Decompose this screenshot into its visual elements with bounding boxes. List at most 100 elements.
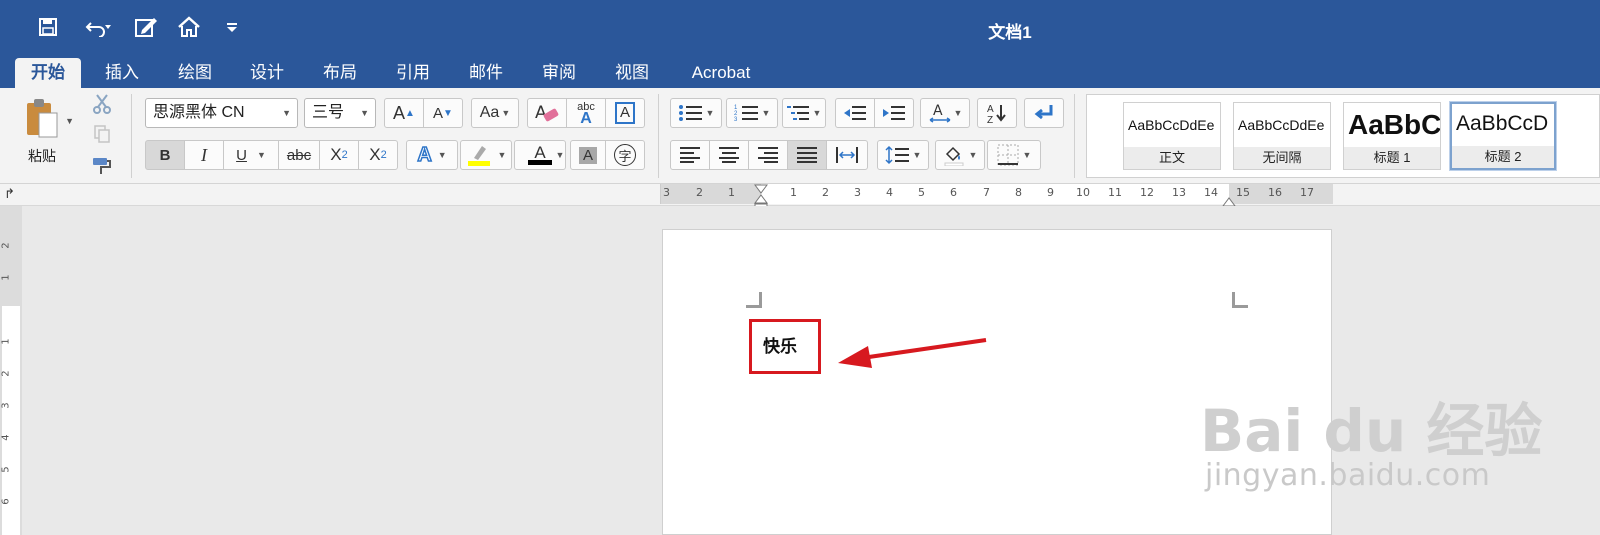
shade-a-label: A [578, 146, 597, 164]
line-spacing-button[interactable]: ▼ [877, 140, 929, 170]
paste-label: 粘贴 [28, 148, 56, 164]
paste-button[interactable]: ▼ [12, 94, 74, 144]
multilevel-list-button[interactable]: ▼ [782, 98, 826, 128]
grow-font-button[interactable]: A ▲ [384, 98, 424, 128]
font-size-select[interactable]: 三号 ▼ [304, 98, 376, 128]
font-color-swatch [528, 159, 552, 165]
font-color-dropdown[interactable]: ▼ [552, 140, 566, 170]
chevron-down-icon: ▼ [256, 150, 266, 160]
separator [131, 94, 132, 178]
style-no-spacing[interactable]: AaBbCcDdEe 无间隔 [1233, 102, 1331, 170]
ruler-number: 5 [0, 466, 12, 473]
tab-design[interactable]: 设计 [238, 58, 296, 88]
cut-icon[interactable] [88, 90, 116, 118]
bold-button[interactable]: B [145, 140, 185, 170]
style-label: 标题 1 [1344, 147, 1440, 169]
decrease-indent-icon [844, 106, 866, 120]
ruler-number: 10 [1076, 186, 1090, 199]
tab-references[interactable]: 引用 [384, 58, 442, 88]
shrink-font-button[interactable]: A ▼ [423, 98, 463, 128]
format-painter-icon[interactable] [88, 152, 116, 180]
chevron-down-icon: ▼ [437, 150, 447, 160]
show-formatting-button[interactable] [1024, 98, 1064, 128]
align-left-button[interactable] [670, 140, 710, 170]
ruler-number: 4 [0, 434, 12, 441]
tab-acrobat[interactable]: Acrobat [680, 58, 762, 88]
phonetic-guide-button[interactable]: abc A [566, 98, 606, 128]
chevron-down-icon: ▼ [912, 150, 922, 160]
ruler-number: 3 [663, 186, 670, 199]
asian-layout-icon: A [929, 103, 950, 123]
distribute-button[interactable] [826, 140, 868, 170]
annotation-arrow-icon [838, 338, 987, 368]
eraser-icon: A [535, 103, 559, 123]
increase-indent-icon [883, 106, 905, 120]
increase-indent-button[interactable] [874, 98, 914, 128]
tab-home[interactable]: 开始 [15, 58, 81, 88]
tab-layout[interactable]: 布局 [311, 58, 369, 88]
tab-draw[interactable]: 绘图 [166, 58, 224, 88]
svg-text:A: A [987, 104, 994, 115]
align-left-icon [680, 147, 700, 163]
align-right-button[interactable] [748, 140, 788, 170]
watermark-logo: Bai du 经验 [1200, 397, 1543, 465]
chevron-down-icon: ▼ [501, 108, 511, 118]
ruler-number: 2 [822, 186, 829, 199]
tab-mailings[interactable]: 邮件 [457, 58, 515, 88]
numbering-button[interactable]: 1 2 3 ▼ [726, 98, 778, 128]
superscript-button[interactable]: X2 [358, 140, 398, 170]
style-normal[interactable]: AaBbCcDdEe 正文 [1123, 102, 1221, 170]
distribute-icon [836, 147, 858, 163]
subscript-button[interactable]: X2 [319, 140, 359, 170]
borders-button[interactable]: ▼ [987, 140, 1041, 170]
sort-button[interactable]: AZ [977, 98, 1017, 128]
text-effects-button[interactable]: A ▼ [406, 140, 458, 170]
shading-button[interactable]: ▼ [935, 140, 985, 170]
margin-corner-mark [746, 292, 762, 308]
char-border-button[interactable]: A [605, 98, 645, 128]
subscript-num: 2 [341, 149, 348, 161]
horizontal-ruler[interactable]: 3 2 1 1 2 3 4 5 6 7 8 9 10 11 12 13 14 1… [660, 184, 1333, 212]
chevron-down-icon: ▼ [497, 150, 507, 160]
ruler-number: 9 [1047, 186, 1054, 199]
highlighter-icon [467, 146, 490, 166]
asian-layout-button[interactable]: A ▼ [920, 98, 970, 128]
superscript-num: 2 [380, 149, 387, 161]
justify-button[interactable] [787, 140, 827, 170]
tab-view[interactable]: 视图 [603, 58, 661, 88]
char-shading-button[interactable]: A [570, 140, 606, 170]
ruler-number: 16 [1268, 186, 1282, 199]
style-heading-2[interactable]: AaBbCcD 标题 2 [1450, 102, 1556, 170]
ruler-number: 7 [983, 186, 990, 199]
paint-bucket-icon [944, 146, 964, 166]
chevron-down-icon: ▼ [1022, 150, 1032, 160]
style-heading-1[interactable]: AaBbC 标题 1 [1343, 102, 1441, 170]
watermark-url: jingyan.baidu.com [1205, 458, 1491, 493]
font-color-a-label: A [534, 142, 546, 162]
font-family-select[interactable]: 思源黑体 CN ▼ [145, 98, 298, 128]
ruler-number: 6 [0, 498, 12, 505]
clear-format-button[interactable]: A [527, 98, 567, 128]
underline-button[interactable]: U ▼ [223, 140, 279, 170]
tab-review[interactable]: 审阅 [530, 58, 588, 88]
arrow-up-icon: ▲ [405, 107, 415, 119]
tab-insert[interactable]: 插入 [93, 58, 151, 88]
align-center-button[interactable] [709, 140, 749, 170]
ruler-number: 8 [1015, 186, 1022, 199]
style-sample: AaBbC [1348, 109, 1441, 140]
vertical-ruler[interactable]: 2 1 1 2 3 4 5 6 [0, 206, 22, 535]
bullets-button[interactable]: ▼ [670, 98, 722, 128]
enclose-char-label: 字 [614, 144, 636, 166]
strikethrough-button[interactable]: abc [278, 140, 320, 170]
copy-icon[interactable] [88, 120, 116, 148]
italic-button[interactable]: I [184, 140, 224, 170]
highlight-color-button[interactable]: ▼ [460, 140, 512, 170]
document-text[interactable]: 快乐 [763, 332, 797, 357]
ruler-margin-left [661, 184, 761, 204]
chevron-down-icon: ▼ [282, 108, 291, 118]
tab-selector-icon[interactable]: ↱ [4, 186, 15, 202]
change-case-button[interactable]: Aa ▼ [471, 98, 519, 128]
enclose-char-button[interactable]: 字 [605, 140, 645, 170]
chevron-down-icon: ▼ [968, 150, 978, 160]
decrease-indent-button[interactable] [835, 98, 875, 128]
